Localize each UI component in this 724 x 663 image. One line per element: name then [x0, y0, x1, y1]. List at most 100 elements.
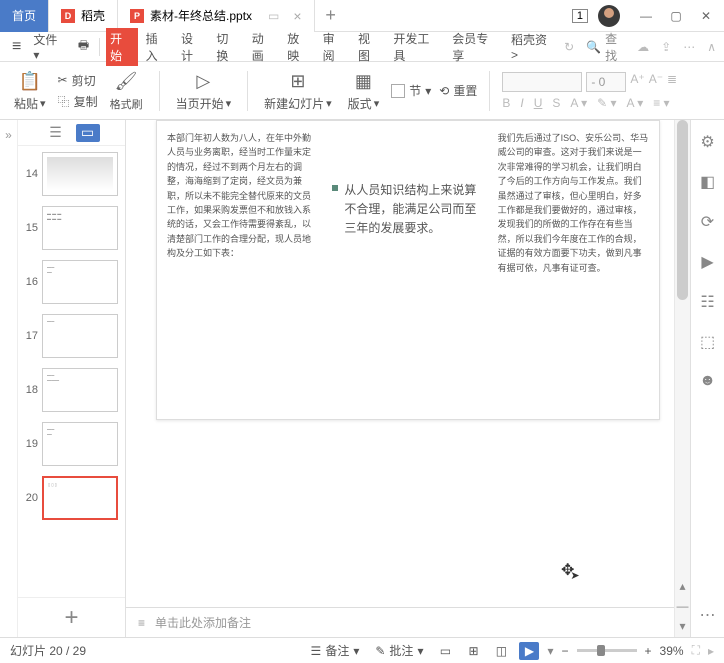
thumb-16[interactable]: ━━━━━: [42, 260, 118, 304]
from-current-button[interactable]: ▷ 当页开始 ▾: [172, 69, 236, 112]
sidepane-settings-icon[interactable]: ⚙: [700, 132, 714, 152]
slide-position: 幻灯片 20 / 29: [10, 642, 86, 659]
vertical-scrollbar[interactable]: ▴ — ▾: [674, 120, 690, 637]
zoom-out-button[interactable]: −: [562, 644, 569, 658]
zoom-in-button[interactable]: +: [645, 644, 652, 658]
thumbnail-view-icon[interactable]: ▭: [76, 124, 100, 142]
menu-start[interactable]: 开始: [106, 28, 137, 66]
add-tab-button[interactable]: +: [315, 5, 347, 26]
paste-icon: 📋: [18, 69, 42, 93]
zoom-value[interactable]: 39%: [660, 644, 684, 658]
user-avatar[interactable]: [598, 5, 620, 27]
cut-button[interactable]: ✂剪切: [58, 72, 98, 89]
maximize-button[interactable]: ▢: [662, 2, 690, 30]
view-normal-icon[interactable]: ▭: [435, 642, 455, 660]
menu-design[interactable]: 设计: [177, 28, 208, 66]
scroll-next-icon[interactable]: ▾: [679, 619, 685, 633]
minimize-button[interactable]: —: [632, 2, 660, 30]
reset-icon: ⟲: [439, 84, 449, 98]
font-select[interactable]: [502, 72, 582, 92]
font-color-button[interactable]: A ▾: [627, 96, 644, 110]
thumb-18[interactable]: ━━━━━━━━: [42, 368, 118, 412]
close-window-button[interactable]: ✕: [692, 2, 720, 30]
menu-member[interactable]: 会员专享: [448, 28, 503, 66]
underline-button[interactable]: U: [534, 96, 543, 110]
new-slide-button[interactable]: ⊞ 新建幻灯片 ▾: [260, 69, 336, 112]
align-button[interactable]: ≡ ▾: [653, 96, 669, 110]
document-title: 素材-年终总结.pptx: [150, 7, 252, 24]
section-button[interactable]: 节 ▾: [391, 82, 431, 99]
scrollbar-thumb[interactable]: [677, 120, 688, 300]
zoom-slider[interactable]: [577, 649, 637, 652]
notes-handle-icon[interactable]: ≡: [138, 616, 145, 630]
menu-print-icon[interactable]: 🖶: [74, 34, 93, 59]
reset-button[interactable]: ⟲重置: [439, 82, 477, 99]
menu-animation[interactable]: 动画: [248, 28, 279, 66]
sidepane-layout-icon[interactable]: ☷: [700, 292, 714, 312]
collapse-ribbon-icon[interactable]: ∧: [707, 40, 716, 54]
outline-view-icon[interactable]: ☰: [44, 124, 68, 142]
menu-file[interactable]: 文件 ▾: [29, 29, 70, 64]
notes-placeholder[interactable]: 单击此处添加备注: [155, 614, 251, 631]
menu-hamburger-icon[interactable]: ≡: [8, 36, 25, 58]
strike-button[interactable]: S: [552, 96, 560, 110]
format-painter-button[interactable]: 🖌 格式刷: [106, 70, 147, 112]
view-sorter-icon[interactable]: ⊞: [463, 642, 483, 660]
menu-transition[interactable]: 切换: [212, 28, 243, 66]
notes-toggle[interactable]: ☰ 备注 ▾: [307, 642, 364, 659]
close-tab-icon[interactable]: ×: [293, 8, 301, 24]
thumb-19[interactable]: ━━━━━: [42, 422, 118, 466]
sidepane-more-icon[interactable]: ⋯: [700, 605, 716, 625]
paste-button[interactable]: 📋 粘贴 ▾: [10, 69, 50, 112]
highlight-button[interactable]: ✎ ▾: [597, 96, 616, 110]
zoom-slider-thumb[interactable]: [597, 645, 605, 656]
sidepane-media-icon[interactable]: ☻: [699, 372, 716, 390]
thumb-20[interactable]: ▯ ▯ ▯: [42, 476, 118, 520]
sidepane-transition-icon[interactable]: ▶: [701, 252, 713, 272]
add-slide-button[interactable]: +: [18, 597, 125, 637]
menu-devtools[interactable]: 开发工具: [389, 28, 444, 66]
fontsize-select[interactable]: - 0: [586, 72, 626, 92]
fit-window-icon[interactable]: ⛶: [692, 643, 700, 658]
menu-daoke-res[interactable]: 稻壳资 >: [507, 29, 560, 64]
tab-home[interactable]: 首页: [0, 0, 49, 32]
increase-font-icon[interactable]: A⁺: [630, 72, 644, 92]
font-fx-button[interactable]: A ▾: [570, 96, 587, 110]
menu-slideshow[interactable]: 放映: [283, 28, 314, 66]
sidepane-object-icon[interactable]: ⬚: [700, 332, 715, 352]
more-icon[interactable]: ⋯: [683, 40, 695, 54]
section-icon: [391, 84, 405, 98]
menu-view[interactable]: 视图: [354, 28, 385, 66]
italic-button[interactable]: I: [520, 96, 523, 110]
left-gutter: »: [0, 120, 18, 637]
tab-menu-icon[interactable]: ▭: [268, 9, 279, 23]
thumb-17[interactable]: ━━━: [42, 314, 118, 358]
bold-button[interactable]: B: [502, 96, 510, 110]
thumb-15[interactable]: ▬ ▬ ▬▬ ▬ ▬: [42, 206, 118, 250]
new-slide-icon: ⊞: [286, 69, 310, 93]
menu-insert[interactable]: 插入: [142, 28, 173, 66]
expand-left-icon[interactable]: »: [5, 128, 12, 142]
slide-text-mid: 从人员知识结构上来说算不合理，能满足公司而至三年的发展要求。: [332, 131, 483, 409]
thumbnail-list[interactable]: 14 15▬ ▬ ▬▬ ▬ ▬ 16━━━━━ 17━━━ 18━━━━━━━━…: [18, 146, 125, 597]
cloud-icon[interactable]: ☁: [637, 40, 649, 54]
window-count-badge[interactable]: 1: [572, 9, 588, 23]
thumb-14[interactable]: [42, 152, 118, 196]
view-reading-icon[interactable]: ◫: [491, 642, 511, 660]
list-icon[interactable]: ≣: [667, 72, 677, 92]
slide-canvas[interactable]: 本部门年初人数为八人，在年中外勤人员与业务离职，经当时工作量末定的情况，经过不到…: [156, 120, 660, 420]
copy-button[interactable]: ⿻复制: [58, 93, 98, 110]
status-more-icon[interactable]: ▸: [708, 644, 714, 658]
layout-button[interactable]: ▦ 版式 ▾: [344, 69, 384, 112]
comments-toggle[interactable]: ✎ 批注 ▾: [371, 642, 427, 659]
decrease-font-icon[interactable]: A⁻: [649, 72, 663, 92]
slide-canvas-area[interactable]: 本部门年初人数为八人，在年中外勤人员与业务离职，经当时工作量末定的情况，经过不到…: [126, 120, 690, 637]
search-button[interactable]: 🔍 查找: [586, 30, 625, 64]
menu-review[interactable]: 审阅: [319, 28, 350, 66]
scroll-prev-icon[interactable]: ▴: [679, 579, 685, 593]
sidepane-animation-icon[interactable]: ⟳: [701, 212, 714, 232]
view-slideshow-icon[interactable]: ▶: [519, 642, 539, 660]
menu-refresh-icon[interactable]: ↻: [564, 40, 574, 54]
share-icon[interactable]: ⇪: [661, 40, 671, 54]
sidepane-style-icon[interactable]: ◧: [700, 172, 715, 192]
